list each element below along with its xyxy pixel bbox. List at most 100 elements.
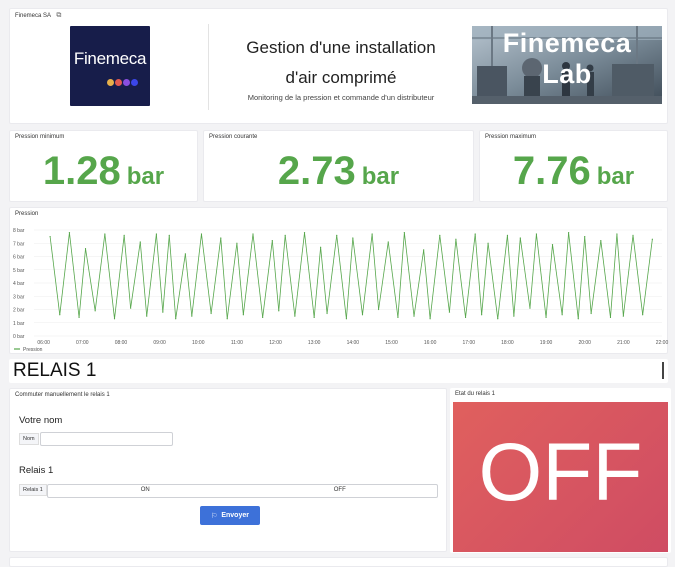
send-button[interactable]: ⚐ Envoyer <box>200 506 260 525</box>
data-point <box>262 316 264 319</box>
data-point <box>429 318 431 320</box>
series-segment <box>552 244 563 315</box>
series-segment <box>429 235 441 319</box>
y-tick-label: 6 bar <box>13 255 25 261</box>
logo-dot <box>123 79 130 86</box>
stat-unit: bar <box>596 163 635 190</box>
series-segment <box>536 233 547 318</box>
data-point <box>278 310 280 312</box>
series-segment <box>236 243 244 315</box>
series-segment <box>352 237 363 315</box>
y-tick-label: 4 bar <box>13 281 25 287</box>
x-tick-label: 07:00 <box>76 340 89 346</box>
header-panel-title: Finemeca SA <box>15 13 51 19</box>
relais-toggle[interactable]: ON OFF <box>47 484 438 498</box>
data-point <box>474 233 476 235</box>
series-segment <box>146 233 157 317</box>
data-point <box>519 237 521 239</box>
series-segment <box>262 240 273 318</box>
data-point <box>590 312 592 315</box>
page-title: Gestion d'une installation d'air comprim… <box>216 33 466 93</box>
stat-number: 7.76 <box>512 149 591 193</box>
series-segment <box>519 237 531 309</box>
data-point <box>303 232 306 234</box>
series-segment <box>577 236 586 319</box>
data-point <box>464 316 467 319</box>
data-point <box>609 316 612 319</box>
toggle-option-off[interactable]: OFF <box>243 485 438 497</box>
series-segment <box>191 233 202 317</box>
data-point <box>497 318 499 320</box>
data-point <box>487 242 489 244</box>
data-point <box>210 312 212 315</box>
data-point <box>104 233 106 235</box>
data-point <box>78 316 80 319</box>
series-segment <box>474 233 483 315</box>
send-button-label: Envoyer <box>221 512 249 519</box>
x-tick-label: 09:00 <box>153 340 166 346</box>
series-segment <box>600 240 611 318</box>
series-segment <box>642 239 653 315</box>
name-input[interactable] <box>40 432 173 446</box>
legend-label: Pression <box>23 347 43 353</box>
data-point <box>220 237 222 239</box>
data-point <box>313 316 315 319</box>
data-point <box>139 241 141 243</box>
logo-dots <box>107 73 139 91</box>
scrollbar[interactable] <box>662 362 664 379</box>
photo-caption: Finemeca Lab <box>472 28 662 90</box>
series-segment <box>455 239 466 318</box>
series-segment <box>242 233 254 315</box>
series-segment <box>481 243 489 315</box>
series-segment <box>378 241 389 310</box>
stat-panel-max: Pression maximum 7.76 bar <box>479 130 668 202</box>
series-segment <box>104 233 115 319</box>
data-point <box>361 314 364 316</box>
relais-state-panel: Etat du relais 1 OFF <box>450 388 671 553</box>
data-point <box>403 232 405 234</box>
data-point <box>191 315 193 317</box>
name-heading: Votre nom <box>19 415 63 426</box>
pressure-chart: 8 bar 7 bar 6 bar 5 bar 4 bar 3 bar 2 bar 1 bar… <box>13 228 668 353</box>
send-icon: ⚐ <box>211 512 218 520</box>
relais-form-panel: Commuter manuellement le relais 1 Votre … <box>9 388 447 552</box>
y-tick-label: 3 bar <box>13 294 25 300</box>
data-point <box>252 233 254 235</box>
data-point <box>506 234 509 236</box>
stat-panel-current: Pression courante 2.73 bar <box>203 130 474 202</box>
data-point <box>622 315 624 317</box>
series-segment <box>175 253 186 319</box>
data-point <box>632 234 634 236</box>
data-point <box>68 232 71 234</box>
x-tick-label: 16:00 <box>424 340 437 346</box>
external-link-icon[interactable]: ⧉ <box>56 12 61 19</box>
data-point <box>162 311 164 313</box>
data-point <box>294 315 296 317</box>
toggle-option-on[interactable]: ON <box>48 485 243 497</box>
series-segment <box>85 248 96 311</box>
data-point <box>561 314 563 316</box>
logo-dot <box>107 79 114 86</box>
series-segment <box>632 235 644 315</box>
series-segment <box>114 235 125 319</box>
series-segment <box>584 236 592 314</box>
x-tick-label: 11:00 <box>231 340 243 346</box>
y-tick-label: 1 bar <box>13 321 25 327</box>
series-segment <box>590 240 602 314</box>
x-tick-label: 14:00 <box>347 340 360 346</box>
x-tick-label: 10:00 <box>192 340 205 346</box>
series-segment <box>201 233 212 314</box>
finemeca-logo: Finemeca <box>70 26 150 106</box>
stat-number: 1.28 <box>42 149 121 193</box>
series-segment <box>449 239 457 313</box>
series-segment <box>210 237 222 314</box>
data-point <box>84 247 87 250</box>
data-point <box>271 240 273 242</box>
series-segment <box>94 233 106 311</box>
series-segment <box>487 243 499 319</box>
x-tick-label: 13:00 <box>308 340 321 346</box>
series-segment <box>387 241 399 318</box>
bottom-panel-edge <box>9 557 668 567</box>
x-tick-label: 19:00 <box>540 340 553 346</box>
page-subtitle: Monitoring de la pression et commande d'… <box>247 93 435 102</box>
